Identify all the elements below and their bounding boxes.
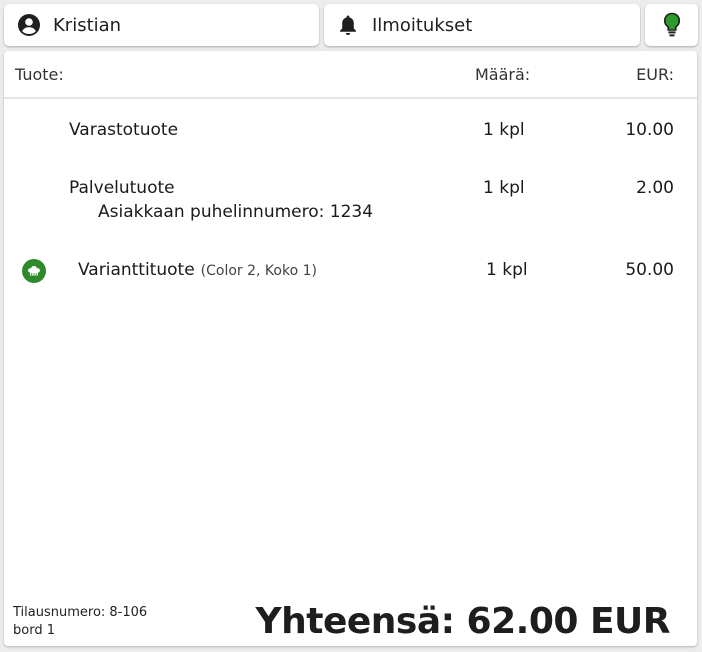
header-product: Tuote: bbox=[15, 65, 64, 84]
header-quantity: Määrä: bbox=[475, 65, 531, 84]
row-product-name: Palvelutuote bbox=[69, 178, 175, 198]
row-price: 2.00 bbox=[636, 178, 674, 198]
chef-hat-icon bbox=[22, 259, 46, 283]
lightbulb-icon bbox=[660, 12, 684, 37]
row-product-name-wrap: Varianttituote (Color 2, Koko 1) bbox=[78, 260, 317, 280]
table-header: Tuote: Määrä: EUR: bbox=[4, 51, 697, 99]
row-detail: Asiakkaan puhelinnumero: 1234 bbox=[98, 202, 374, 222]
order-total: Yhteensä: 62.00 EUR bbox=[255, 601, 671, 642]
user-button[interactable]: Kristian bbox=[4, 4, 319, 46]
row-variant: (Color 2, Koko 1) bbox=[200, 263, 317, 279]
table-name: bord 1 bbox=[13, 623, 55, 638]
notifications-label: Ilmoitukset bbox=[372, 14, 473, 36]
row-price: 50.00 bbox=[625, 260, 674, 280]
order-number: Tilausnumero: 8-106 bbox=[13, 605, 148, 620]
header-eur: EUR: bbox=[636, 65, 674, 84]
row-product-name: Varastotuote bbox=[69, 120, 179, 140]
row-quantity: 1 kpl bbox=[483, 178, 525, 198]
table-row[interactable]: Palvelutuote 1 kpl 2.00 Asiakkaan puheli… bbox=[4, 178, 697, 226]
bell-icon bbox=[336, 13, 360, 37]
user-name: Kristian bbox=[53, 14, 122, 36]
notifications-button[interactable]: Ilmoitukset bbox=[324, 4, 640, 46]
row-price: 10.00 bbox=[625, 120, 674, 140]
order-panel: Tuote: Määrä: EUR: Varastotuote 1 kpl 10… bbox=[4, 51, 697, 646]
table-row[interactable]: Varianttituote (Color 2, Koko 1) 1 kpl 50… bbox=[4, 259, 697, 284]
tip-button[interactable] bbox=[645, 4, 698, 46]
account-circle-icon bbox=[17, 13, 41, 37]
row-quantity: 1 kpl bbox=[483, 120, 525, 140]
row-product-name: Varianttituote bbox=[78, 260, 195, 280]
order-info: Tilausnumero: 8-106 bord 1 bbox=[13, 604, 147, 640]
row-quantity: 1 kpl bbox=[486, 260, 528, 280]
